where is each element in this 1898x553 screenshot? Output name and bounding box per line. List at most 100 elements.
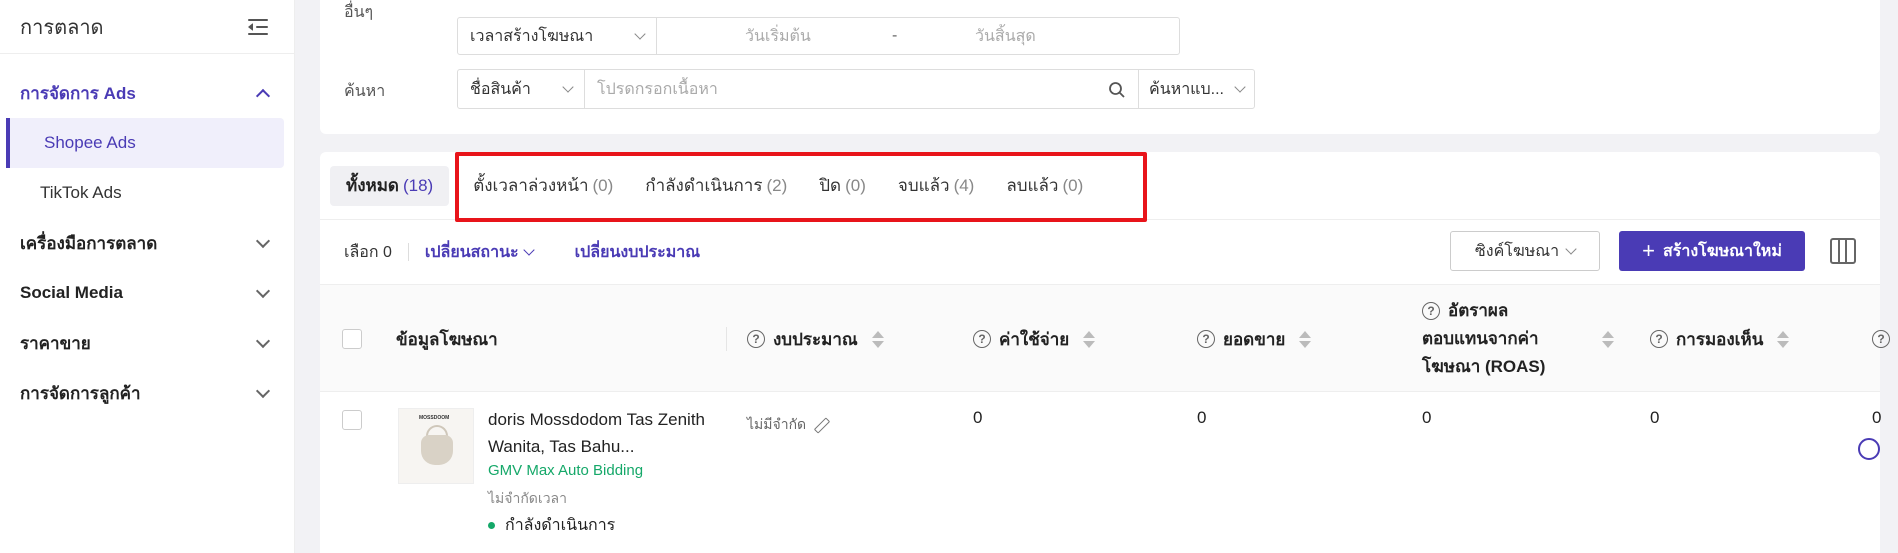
change-status-label: เปลี่ยนสถานะ (424, 243, 519, 261)
date-type-select[interactable]: เวลาสร้างโฆษณา (457, 17, 657, 55)
help-icon[interactable]: ? (747, 330, 765, 348)
create-ad-button[interactable]: + สร้างโฆษณาใหม่ (1619, 231, 1805, 271)
bag-image (421, 435, 453, 465)
status-dot (488, 522, 495, 529)
column-header-partial: ? (1872, 285, 1890, 393)
tab-count: (0) (592, 175, 614, 195)
chevron-down-icon (255, 283, 271, 298)
tab-count: (18) (402, 175, 434, 195)
end-date-input[interactable]: วันสิ้นสุด (975, 24, 1036, 49)
column-header-roas[interactable]: ? อัตราผล ตอบแทนจากค่า โฆษณา (ROAS) (1422, 285, 1614, 393)
roas-header-text: ? อัตราผล ตอบแทนจากค่า โฆษณา (ROAS) (1422, 297, 1582, 381)
status-text: กำลังดำเนินการ (505, 517, 616, 534)
product-thumbnail[interactable]: MOSSDOOM (398, 408, 474, 484)
chevron-down-icon (1565, 243, 1577, 255)
tab-in-progress[interactable]: กำลังดำเนินการ (2) (629, 166, 803, 206)
search-field-value: ชื่อสินค้า (470, 80, 531, 98)
column-header-label: โฆษณา (ROAS) (1422, 357, 1546, 376)
search-field-select[interactable]: ชื่อสินค้า (457, 69, 585, 109)
column-header-ad-info: ข้อมูลโฆษณา (396, 285, 498, 393)
help-icon[interactable]: ? (1650, 330, 1668, 348)
partial-cell: 0 (1872, 408, 1882, 427)
bulk-toolbar: เลือก 0 เปลี่ยนสถานะ เปลี่ยนงบประมาณ ซิง… (320, 220, 1880, 284)
help-icon[interactable]: ? (1422, 302, 1440, 320)
sort-icon[interactable] (871, 330, 884, 348)
sort-icon[interactable] (1083, 330, 1096, 348)
floating-search-icon[interactable] (1858, 438, 1880, 460)
collapse-menu-icon[interactable] (248, 18, 268, 36)
sidebar: การตลาด การจัดการ Ads Shopee Ads TikTok … (0, 0, 295, 553)
tab-count: (0) (1062, 175, 1084, 195)
time-limit: ไม่จำกัดเวลา (488, 490, 567, 506)
tab-label: ตั้งเวลาล่วงหน้า (473, 176, 589, 195)
search-input[interactable]: โปรดกรอกเนื้อหา (584, 69, 1139, 109)
column-header-impressions[interactable]: ? การมองเห็น (1650, 285, 1790, 393)
sidebar-section-label: ราคาขาย (20, 333, 91, 353)
chevron-down-icon (255, 383, 271, 398)
tab-label: ลบแล้ว (1006, 176, 1059, 195)
column-header-spend[interactable]: ? ค่าใช้จ่าย (973, 285, 1096, 393)
help-icon: ? (1872, 330, 1890, 348)
sidebar-section-customer-management[interactable]: การจัดการลูกค้า (0, 368, 294, 418)
tab-deleted[interactable]: ลบแล้ว (0) (990, 166, 1099, 206)
tab-scheduled[interactable]: ตั้งเวลาล่วงหน้า (0) (457, 166, 629, 206)
sort-icon[interactable] (1777, 330, 1790, 348)
edit-pencil-icon[interactable] (814, 418, 828, 432)
tab-label: จบแล้ว (897, 176, 950, 195)
column-header-label: การมองเห็น (1676, 329, 1764, 349)
roas-cell: 0 (1422, 408, 1432, 427)
selected-count: เลือก 0 (344, 243, 392, 261)
chevron-up-icon (255, 88, 271, 103)
create-ad-label: สร้างโฆษณาใหม่ (1662, 242, 1782, 260)
impressions-cell: 0 (1650, 408, 1660, 427)
date-type-value: เวลาสร้างโฆษณา (470, 27, 594, 45)
sidebar-section-ads-management[interactable]: การจัดการ Ads (0, 68, 294, 118)
search-icon[interactable] (1108, 81, 1126, 99)
chevron-down-icon (522, 244, 535, 256)
budget-value: ไม่มีจำกัด (747, 416, 807, 432)
sort-icon[interactable] (1602, 330, 1614, 348)
budget-cell: ไม่มีจำกัด (747, 414, 828, 436)
sidebar-section-label: การจัดการ Ads (20, 83, 136, 103)
sidebar-section-marketing-tools[interactable]: เครื่องมือการตลาด (0, 218, 294, 268)
sidebar-header: การตลาด (0, 0, 294, 54)
toolbar-divider (407, 243, 409, 261)
column-header-sales[interactable]: ? ยอดขาย (1197, 285, 1312, 393)
search-mode-select[interactable]: ค้นหาแบ... (1138, 69, 1255, 109)
sidebar-section-social-media[interactable]: Social Media (0, 268, 294, 318)
row-checkbox[interactable] (342, 410, 362, 430)
help-icon[interactable]: ? (1197, 330, 1215, 348)
column-header-label: งบประมาณ (773, 329, 858, 349)
column-header-budget[interactable]: ? งบประมาณ (747, 285, 884, 393)
start-date-input[interactable]: วันเริ่มต้น (745, 24, 811, 49)
tab-ended[interactable]: จบแล้ว (4) (882, 166, 990, 206)
date-range-picker[interactable]: วันเริ่มต้น - วันสิ้นสุด (656, 17, 1180, 55)
sort-icon[interactable] (1299, 330, 1312, 348)
brand-logo: MOSSDOOM (419, 415, 450, 421)
columns-settings-icon[interactable] (1830, 238, 1856, 264)
tab-label: กำลังดำเนินการ (645, 176, 763, 195)
change-budget-button[interactable]: เปลี่ยนงบประมาณ (575, 240, 700, 265)
tab-all[interactable]: ทั้งหมด (18) (330, 165, 450, 206)
date-range-separator: - (892, 27, 898, 44)
chevron-down-icon (562, 81, 574, 93)
table-row[interactable]: MOSSDOOM doris Mossdodom Tas Zenith Wani… (320, 392, 1882, 552)
help-icon[interactable]: ? (973, 330, 991, 348)
tab-count: (4) (953, 175, 975, 195)
tab-closed[interactable]: ปิด (0) (803, 166, 882, 206)
chevron-down-icon (634, 28, 646, 40)
search-input-placeholder: โปรดกรอกเนื้อหา (597, 80, 718, 98)
sidebar-item-shopee-ads[interactable]: Shopee Ads (6, 118, 284, 168)
product-title[interactable]: doris Mossdodom Tas Zenith Wanita, Tas B… (488, 406, 728, 460)
sidebar-item-tiktok-ads[interactable]: TikTok Ads (0, 168, 294, 218)
sidebar-section-label: การจัดการลูกค้า (20, 383, 141, 403)
select-all-checkbox[interactable] (342, 329, 362, 349)
table-header: ข้อมูลโฆษณา ? งบประมาณ ? ค่าใช้จ่าย ? ยอ… (320, 284, 1890, 393)
sync-ads-button[interactable]: ซิงค์โฆษณา (1450, 231, 1600, 271)
tab-label: ทั้งหมด (346, 176, 399, 195)
sidebar-section-pricing[interactable]: ราคาขาย (0, 318, 294, 368)
column-header-label: ค่าใช้จ่าย (999, 329, 1070, 349)
search-mode-value: ค้นหาแบ... (1149, 80, 1224, 98)
change-status-button[interactable]: เปลี่ยนสถานะ (424, 240, 535, 265)
tab-count: (2) (766, 175, 788, 195)
